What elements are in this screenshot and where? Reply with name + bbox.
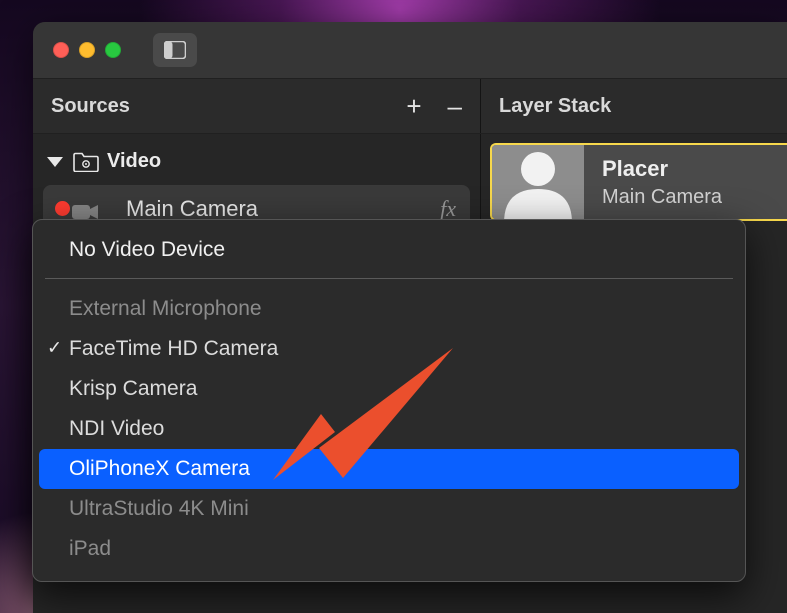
minimize-window-button[interactable] [79, 42, 95, 58]
remove-source-button[interactable]: – [448, 91, 462, 122]
menu-item-facetime-hd-camera[interactable]: ✓ FaceTime HD Camera [39, 329, 739, 369]
zoom-window-button[interactable] [105, 42, 121, 58]
menu-header-label: No Video Device [69, 238, 225, 262]
sidebar-icon [164, 41, 186, 59]
layer-stack-panel: Placer Main Camera [481, 134, 787, 232]
sources-panel-header: Sources + – [33, 79, 481, 133]
menu-item-label: UltraStudio 4K Mini [69, 497, 249, 521]
menu-item-ipad: iPad [39, 529, 739, 569]
panel-headers: Sources + – Layer Stack [33, 78, 787, 134]
menu-item-ndi-video[interactable]: NDI Video [39, 409, 739, 449]
sources-panel: Video Main Camera fx [33, 134, 481, 232]
layer-stack-title: Layer Stack [499, 95, 611, 118]
live-indicator-icon [55, 201, 70, 216]
source-item-label: Main Camera [126, 196, 258, 222]
sources-title: Sources [51, 95, 130, 118]
menu-separator [45, 278, 733, 279]
menu-item-oliphonex-camera[interactable]: OliPhoneX Camera [39, 449, 739, 489]
titlebar[interactable] [33, 22, 787, 78]
folder-gear-icon [73, 152, 99, 172]
menu-item-ultrastudio-4k-mini: UltraStudio 4K Mini [39, 489, 739, 529]
menu-item-external-microphone: External Microphone [39, 289, 739, 329]
fx-badge[interactable]: fx [440, 196, 456, 222]
menu-item-label: OliPhoneX Camera [69, 457, 250, 481]
checkmark-icon: ✓ [47, 338, 62, 359]
layer-subtitle: Main Camera [602, 186, 722, 209]
layer-stack-panel-header: Layer Stack [481, 79, 787, 133]
menu-item-label: NDI Video [69, 417, 164, 441]
layer-thumbnail [492, 145, 584, 219]
layer-card[interactable]: Placer Main Camera [490, 143, 787, 221]
add-source-button[interactable]: + [406, 91, 421, 122]
menu-item-krisp-camera[interactable]: Krisp Camera [39, 369, 739, 409]
menu-item-label: FaceTime HD Camera [69, 337, 278, 361]
menu-item-label: Krisp Camera [69, 377, 197, 401]
close-window-button[interactable] [53, 42, 69, 58]
layer-title: Placer [602, 156, 722, 182]
sources-group-label: Video [107, 150, 161, 173]
sources-group-header[interactable]: Video [33, 144, 480, 183]
window-controls [53, 42, 121, 58]
video-device-menu[interactable]: No Video Device External Microphone ✓ Fa… [32, 219, 746, 582]
menu-item-label: iPad [69, 537, 111, 561]
disclosure-triangle-icon[interactable] [47, 157, 63, 167]
menu-item-label: External Microphone [69, 297, 262, 321]
toggle-sidebar-button[interactable] [153, 33, 197, 67]
menu-header-no-device[interactable]: No Video Device [39, 230, 739, 270]
